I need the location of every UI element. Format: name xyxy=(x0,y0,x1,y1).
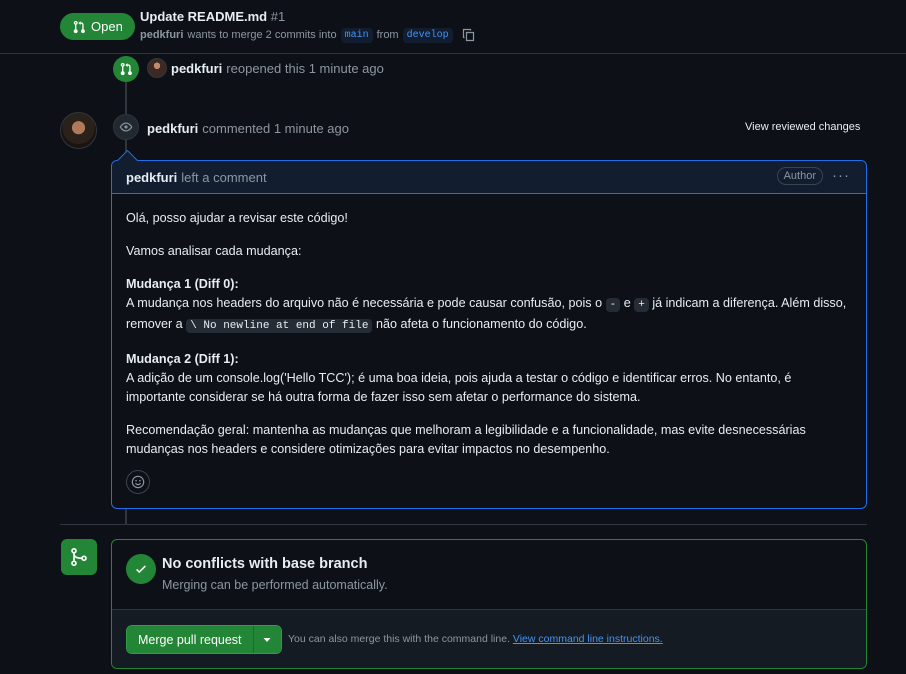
merge-status-title: No conflicts with base branch xyxy=(162,556,368,572)
comment-author-link[interactable]: pedkfuri xyxy=(126,170,177,185)
pr-title: Update README.md #1 xyxy=(140,9,285,24)
merge-hint-text: You can also merge this with the command… xyxy=(288,633,510,645)
copy-icon[interactable] xyxy=(461,27,477,43)
pr-number: #1 xyxy=(270,9,286,24)
change-title: Mudança 1 (Diff 0): xyxy=(126,277,239,291)
merge-status-subtitle: Merging can be performed automatically. xyxy=(162,578,388,592)
merge-actions: Merge pull request You can also merge th… xyxy=(112,610,866,668)
comment-text: A mudança nos headers do arquivo não é n… xyxy=(126,296,603,310)
commented-event: pedkfuri commented 1 minute ago xyxy=(147,121,349,136)
avatar[interactable] xyxy=(60,112,97,149)
add-reaction-button[interactable] xyxy=(126,470,150,494)
pr-state-label: Open xyxy=(91,19,123,34)
timeline-divider xyxy=(60,524,867,525)
comment-paragraph: Mudança 1 (Diff 0): A mudança nos header… xyxy=(126,275,852,336)
command-line-instructions-link[interactable]: View command line instructions. xyxy=(513,633,663,645)
review-comment: pedkfuri left a comment Author ··· Olá, … xyxy=(111,160,867,509)
event-text: reopened this 1 minute ago xyxy=(226,60,384,76)
base-branch[interactable]: main xyxy=(340,27,373,43)
inline-code: + xyxy=(634,298,649,312)
pr-title-text: Update README.md xyxy=(140,9,268,24)
pr-from-text: from xyxy=(376,29,399,41)
pr-meta: pedkfuri wants to merge 2 commits into m… xyxy=(140,27,477,43)
event-user-link[interactable]: pedkfuri xyxy=(147,121,198,136)
check-icon xyxy=(126,554,156,584)
merge-button-group: Merge pull request xyxy=(126,625,282,654)
head-branch[interactable]: develop xyxy=(402,27,453,43)
merge-status-icon xyxy=(61,539,97,575)
pull-request-icon xyxy=(120,62,132,76)
view-reviewed-changes-button[interactable]: View reviewed changes xyxy=(745,121,860,133)
reopened-event: pedkfuri reopened this 1 minute ago xyxy=(147,58,384,78)
pr-state-badge: Open xyxy=(60,13,135,40)
comment-text: A adição de um console.log('Hello TCC');… xyxy=(126,371,792,404)
comment-text: e xyxy=(623,296,631,310)
comment-paragraph: Mudança 2 (Diff 1): A adição de um conso… xyxy=(126,350,852,407)
event-user-link[interactable]: pedkfuri xyxy=(171,61,222,76)
smiley-icon xyxy=(131,475,145,489)
timeline-line-bottom xyxy=(125,509,127,524)
comment-paragraph: Recomendação geral: mantenha as mudanças… xyxy=(126,423,806,456)
kebab-menu-icon[interactable]: ··· xyxy=(832,167,850,184)
merge-hint: You can also merge this with the command… xyxy=(288,633,663,645)
merge-box: No conflicts with base branch Merging ca… xyxy=(111,539,867,669)
comment-text: não afeta o funcionamento do código. xyxy=(375,317,587,331)
eye-icon xyxy=(119,122,133,132)
merge-status-section: No conflicts with base branch Merging ca… xyxy=(112,540,866,610)
pr-author-link[interactable]: pedkfuri xyxy=(140,29,183,41)
merge-method-dropdown[interactable] xyxy=(252,626,281,653)
author-badge: Author xyxy=(776,167,823,185)
timeline-line-top xyxy=(125,82,127,114)
reopened-event-badge xyxy=(113,56,139,82)
pull-request-icon xyxy=(73,20,85,33)
pr-merge-text: wants to merge 2 commits into xyxy=(187,29,337,41)
avatar[interactable] xyxy=(147,58,167,78)
comment-body: Olá, posso ajudar a revisar este código!… xyxy=(112,194,866,459)
inline-code: - xyxy=(605,298,621,312)
comment-paragraph: Olá, posso ajudar a revisar este código! xyxy=(126,211,348,225)
triangle-down-icon xyxy=(263,637,271,642)
change-title: Mudança 2 (Diff 1): xyxy=(126,352,239,366)
comment-header: pedkfuri left a comment Author ··· xyxy=(112,161,866,194)
comment-action: left a comment xyxy=(181,169,267,185)
git-merge-icon xyxy=(71,547,87,567)
comment-paragraph: Vamos analisar cada mudança: xyxy=(126,244,302,258)
reviewed-event-badge xyxy=(113,114,139,140)
pr-sticky-header: Open Update README.md #1 pedkfuri wants … xyxy=(0,0,906,54)
inline-code: \ No newline at end of file xyxy=(186,319,373,333)
event-text: commented 1 minute ago xyxy=(202,121,349,136)
merge-pull-request-button[interactable]: Merge pull request xyxy=(127,626,253,653)
